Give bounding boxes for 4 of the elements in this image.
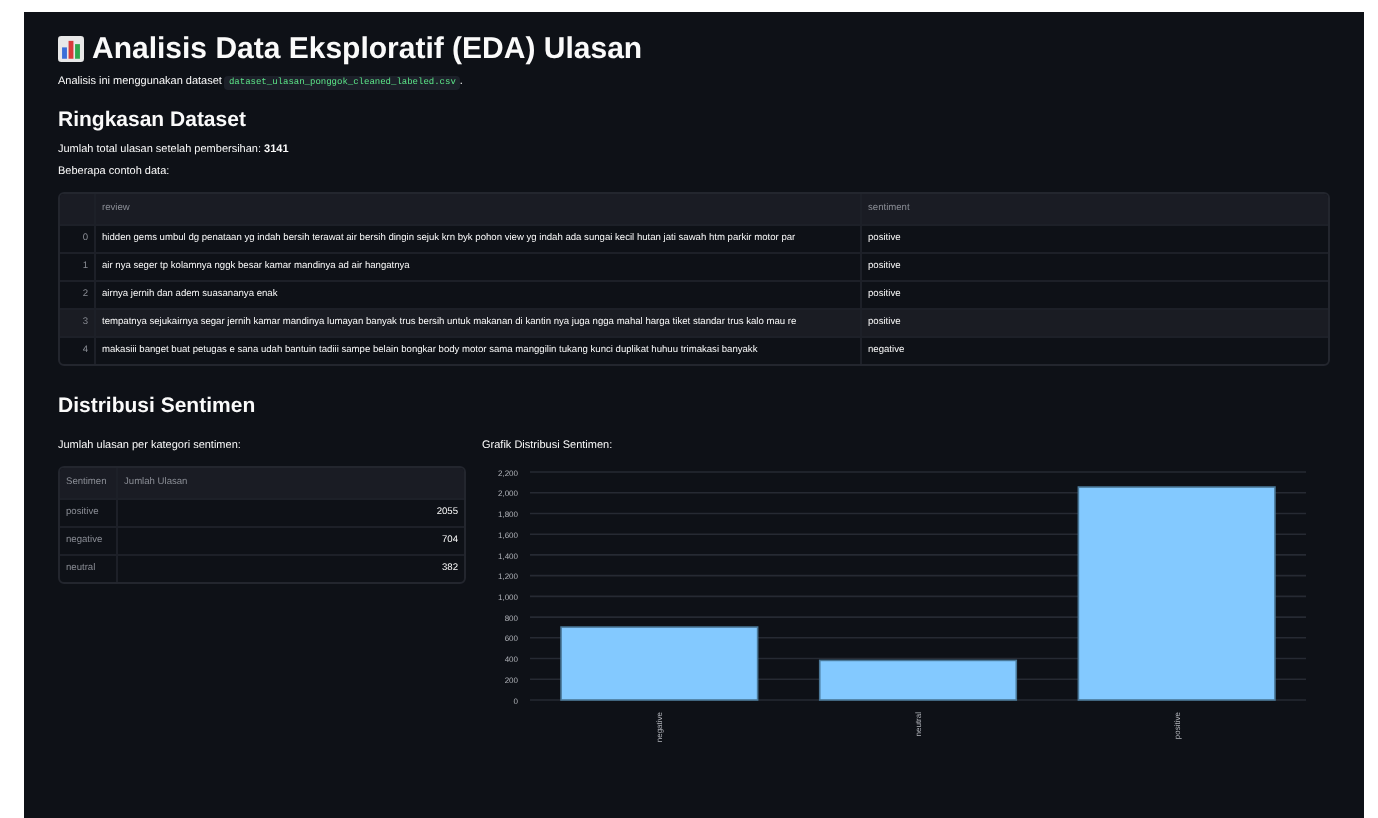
page-title: Analisis Data Eksploratif (EDA) Ulasan bbox=[92, 32, 643, 66]
section-heading: Ringkasan Dataset bbox=[58, 108, 248, 132]
bar-chart-icon bbox=[58, 36, 84, 62]
section-heading: Distribusi Sentimen bbox=[58, 394, 258, 418]
